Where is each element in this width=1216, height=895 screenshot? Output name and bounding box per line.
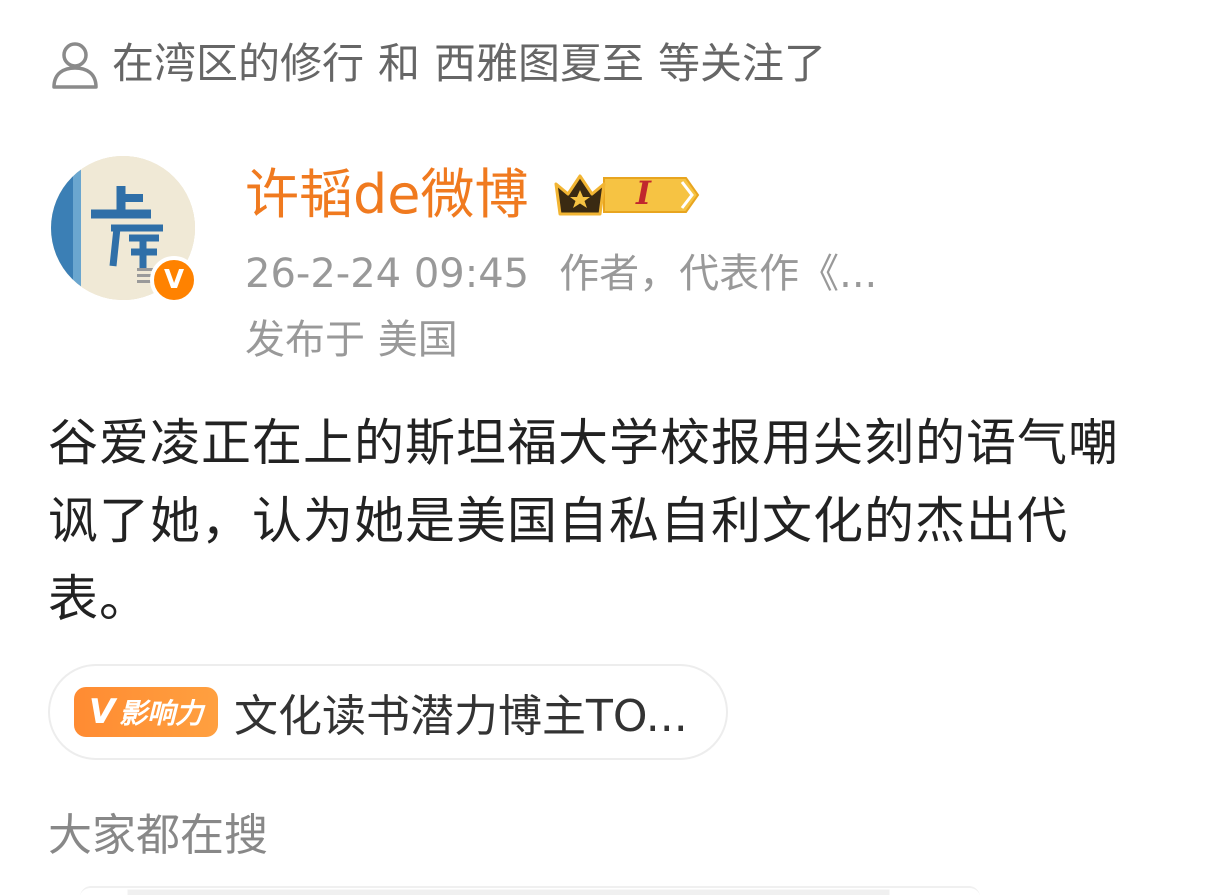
author-description: 作者，代表作《... <box>559 251 878 297</box>
follow-suffix: 等关注了 <box>658 39 827 88</box>
author-name[interactable]: 许韬de微博 <box>245 162 529 228</box>
influence-tag-label: 影响力 <box>119 697 204 730</box>
followed-by-line[interactable]: 在湾区的修行和西雅图夏至 等关注了 <box>48 36 840 92</box>
follower-name-2[interactable]: 西雅图夏至 <box>434 39 644 88</box>
search-card-edge <box>80 886 980 895</box>
person-icon <box>48 37 102 91</box>
verified-mark: V <box>163 265 185 295</box>
post-text: 谷爱凌正在上的斯坦福大学校报用尖刻的语气嘲讽了她，认为她是美国自私自利文化的杰出… <box>48 414 1119 628</box>
crown-badge-icon[interactable]: I <box>552 168 702 222</box>
influence-text: 文化读书潜力博主TO... <box>234 691 688 742</box>
weibo-post-page: 在湾区的修行和西雅图夏至 等关注了 V 许韬de微博 I 26-2-24 09:… <box>0 0 1216 895</box>
follow-conjunction: 和 <box>378 39 421 88</box>
influence-pill[interactable]: V 影响力 文化读书潜力博主TO... <box>48 664 728 760</box>
post-time: 26-2-24 09:45 <box>245 251 530 297</box>
influence-v-mark: V <box>88 692 116 732</box>
influence-tag: V 影响力 <box>74 687 218 737</box>
verified-badge-icon: V <box>150 256 198 304</box>
follower-name-1[interactable]: 在湾区的修行 <box>112 39 364 88</box>
post-meta: 26-2-24 09:45 作者，代表作《... <box>245 248 877 300</box>
badge-level: I <box>636 174 651 212</box>
post-location: 发布于 美国 <box>245 317 458 363</box>
followed-by-text: 在湾区的修行和西雅图夏至 等关注了 <box>112 36 840 92</box>
search-heading: 大家都在搜 <box>48 810 268 861</box>
